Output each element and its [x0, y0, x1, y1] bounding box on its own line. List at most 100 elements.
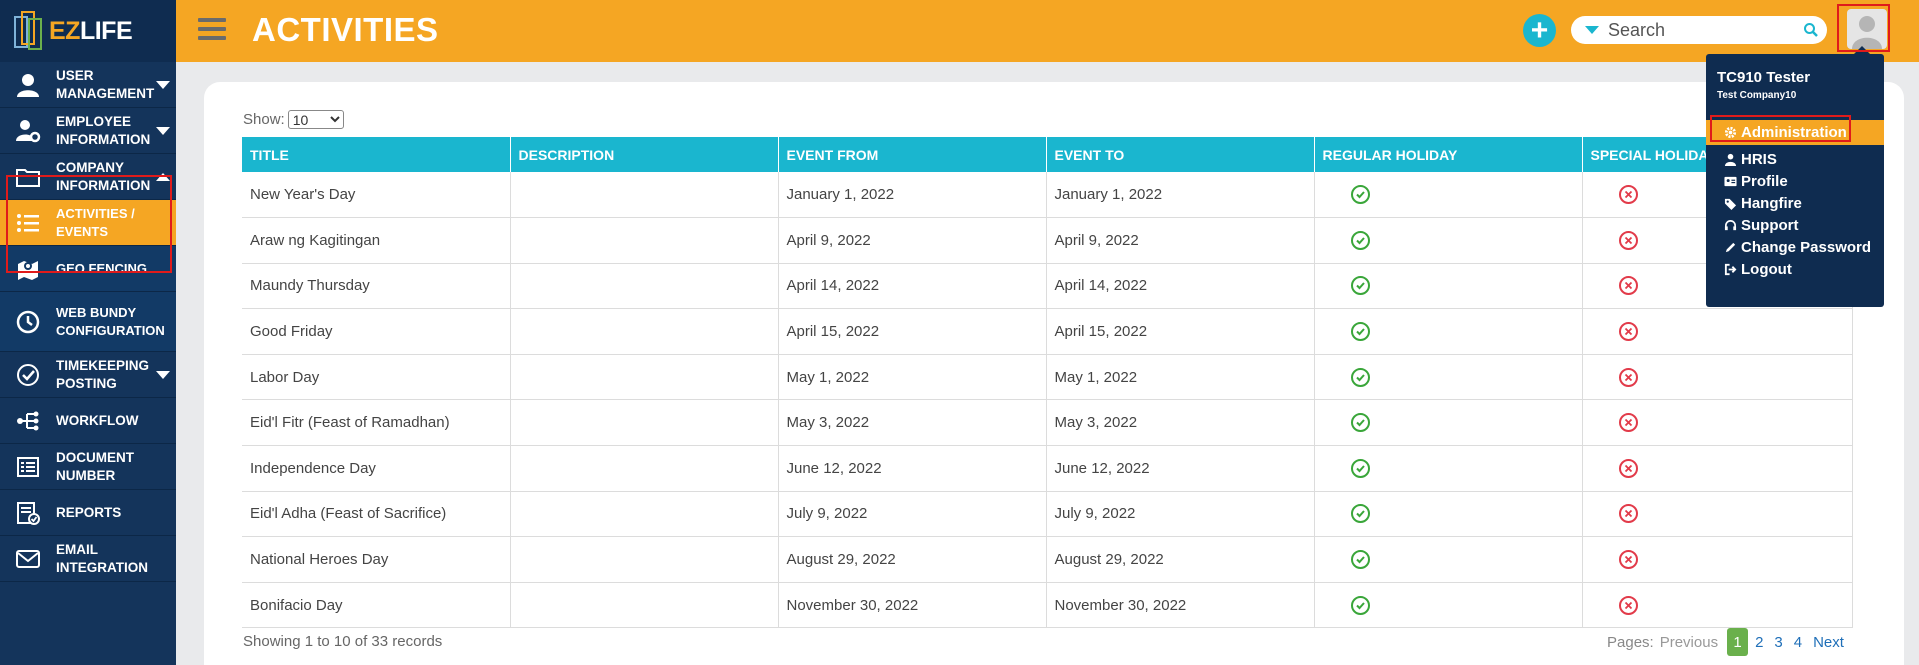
check-circle-icon: [1350, 595, 1370, 615]
x-circle-icon: [1618, 458, 1638, 478]
cell-description: [510, 536, 779, 583]
pages-label: Pages:: [1607, 633, 1654, 651]
check-circle-icon: [1350, 413, 1370, 433]
table-row[interactable]: Good Friday April 15, 2022 April 15, 2022: [242, 308, 1853, 355]
table-row[interactable]: Eid'l Adha (Feast of Sacrifice) July 9, 2…: [242, 491, 1853, 538]
sidebar-item-label: COMPANY: [56, 159, 125, 175]
cell-title: Eid'l Fitr (Feast of Ramadhan): [242, 399, 511, 447]
sidebar-item-email-integration[interactable]: EMAIL INTEGRATION: [0, 536, 176, 582]
cell-event-from: July 9, 2022: [778, 491, 1047, 538]
sidebar-item-label: EMPLOYEE: [56, 113, 132, 129]
search-filter-dropdown-icon[interactable]: [1585, 26, 1599, 34]
check-circle-icon: [1350, 276, 1370, 296]
next-page-link[interactable]: Next: [1813, 634, 1844, 651]
sidebar-item-label: INFORMATION: [56, 131, 151, 147]
envelope-icon: [0, 546, 56, 572]
cell-title: Independence Day: [242, 445, 511, 492]
cell-regular-holiday: [1314, 217, 1583, 264]
pencil-icon: [1725, 242, 1736, 253]
search-input[interactable]: [1608, 19, 1803, 41]
chevron-down-icon: [156, 126, 170, 135]
chevron-down-icon: [156, 80, 170, 89]
sidebar-item-geo-fencing[interactable]: GEO FENCING: [0, 246, 176, 292]
table-row[interactable]: New Year's Day January 1, 2022 January 1, …: [242, 172, 1853, 219]
sidebar-item-employee-information[interactable]: EMPLOYEE INFORMATION: [0, 108, 176, 154]
table-row[interactable]: Araw ng Kagitingan April 9, 2022 April 9, …: [242, 217, 1853, 264]
column-header-description[interactable]: DESCRIPTION: [510, 137, 779, 172]
cell-event-from: April 15, 2022: [778, 308, 1047, 355]
column-header-event-from[interactable]: EVENT FROM: [778, 137, 1047, 172]
x-circle-icon: [1618, 185, 1638, 205]
add-button[interactable]: +: [1523, 14, 1556, 47]
sidebar-item-label: WEB BUNDY: [56, 304, 137, 320]
cell-event-from: April 9, 2022: [778, 217, 1047, 264]
logo[interactable]: EZLIFE: [0, 0, 176, 62]
user-company: Test Company10: [1717, 90, 1797, 101]
cell-description: [510, 172, 779, 219]
cell-special-holiday: [1582, 491, 1853, 538]
cell-title: Araw ng Kagitingan: [242, 217, 511, 264]
map-marker-icon: [0, 256, 56, 282]
sidebar-item-activities-events[interactable]: ACTIVITIES / EVENTS: [0, 200, 176, 246]
cell-event-from: June 12, 2022: [778, 445, 1047, 492]
top-header: ACTIVITIES +: [176, 0, 1919, 62]
avatar[interactable]: [1847, 9, 1887, 49]
table-header-row: TITLE DESCRIPTION EVENT FROM EVENT TO RE…: [242, 137, 1853, 172]
sidebar-item-document-number[interactable]: DOCUMENT NUMBER: [0, 444, 176, 490]
column-header-event-to[interactable]: EVENT TO: [1046, 137, 1315, 172]
cell-regular-holiday: [1314, 308, 1583, 355]
cell-event-to: April 9, 2022: [1046, 217, 1315, 264]
x-circle-icon: [1618, 595, 1638, 615]
cell-title: National Heroes Day: [242, 536, 511, 583]
page-size-select[interactable]: 10: [287, 110, 344, 129]
check-circle-icon: [1350, 504, 1370, 524]
column-header-regular-holiday[interactable]: REGULAR HOLIDAY: [1314, 137, 1583, 172]
list-icon: [0, 210, 56, 236]
user-cog-icon: [0, 118, 56, 144]
report-icon: [0, 500, 56, 526]
table-row[interactable]: Independence Day June 12, 2022 June 12, 20…: [242, 445, 1853, 492]
search-icon[interactable]: [1803, 22, 1819, 38]
cell-description: [510, 354, 779, 401]
menu-item-administration[interactable]: Administration: [1706, 120, 1884, 145]
menu-item-logout[interactable]: Logout: [1706, 257, 1884, 282]
page-link-3[interactable]: 3: [1774, 634, 1782, 651]
cell-title: Bonifacio Day: [242, 582, 511, 629]
previous-page-link[interactable]: Previous: [1660, 634, 1718, 651]
sidebar-item-web-bundy-configuration[interactable]: WEB BUNDY CONFIGURATION: [0, 292, 176, 352]
page-link-2[interactable]: 2: [1755, 634, 1763, 651]
table-row[interactable]: Labor Day May 1, 2022 May 1, 2022: [242, 354, 1853, 401]
table-row[interactable]: Bonifacio Day November 30, 2022 November 3…: [242, 582, 1853, 629]
cell-event-to: November 30, 2022: [1046, 582, 1315, 629]
cell-title: Maundy Thursday: [242, 263, 511, 310]
check-circle-icon: [1350, 550, 1370, 570]
sidebar-item-label: USER: [56, 67, 94, 83]
column-header-title[interactable]: TITLE: [242, 137, 511, 172]
cell-event-from: November 30, 2022: [778, 582, 1047, 629]
sidebar-item-user-management[interactable]: USER MANAGEMENT: [0, 62, 176, 108]
sidebar-item-reports[interactable]: REPORTS: [0, 490, 176, 536]
menu-toggle-icon[interactable]: [198, 18, 226, 44]
logo-mark-icon: [14, 11, 42, 50]
page-link-4[interactable]: 4: [1794, 634, 1802, 651]
cell-special-holiday: [1582, 536, 1853, 583]
headset-icon: [1724, 220, 1737, 231]
sidebar-item-company-information[interactable]: COMPANY INFORMATION: [0, 154, 176, 200]
current-page[interactable]: 1: [1727, 628, 1749, 656]
table-row[interactable]: Eid'l Fitr (Feast of Ramadhan) May 3, 202…: [242, 399, 1853, 447]
workflow-icon: [0, 408, 56, 434]
sidebar-item-timekeeping-posting[interactable]: TIMEKEEPING POSTING: [0, 352, 176, 398]
logo-text: EZLIFE: [49, 16, 133, 45]
cell-event-from: May 3, 2022: [778, 399, 1047, 447]
tags-icon: [1724, 198, 1737, 210]
table-row[interactable]: Maundy Thursday April 14, 2022 April 14, 2…: [242, 263, 1853, 310]
cell-description: [510, 399, 779, 447]
cell-event-to: August 29, 2022: [1046, 536, 1315, 583]
sidebar-item-label: MANAGEMENT: [56, 85, 155, 101]
sidebar-item-workflow[interactable]: WORKFLOW: [0, 398, 176, 444]
check-circle-icon: [0, 362, 56, 388]
activities-table: TITLE DESCRIPTION EVENT FROM EVENT TO RE…: [242, 137, 1853, 629]
sidebar-item-label: INFORMATION: [56, 177, 151, 193]
cell-regular-holiday: [1314, 582, 1583, 629]
table-row[interactable]: National Heroes Day August 29, 2022 August…: [242, 536, 1853, 583]
